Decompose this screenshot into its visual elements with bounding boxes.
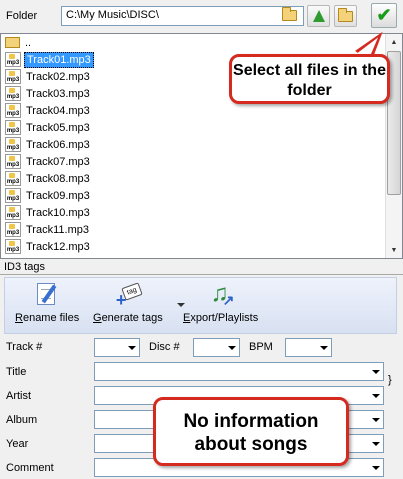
rename-files-icon (33, 282, 61, 308)
folder-open-icon (338, 7, 353, 22)
mp3-file-icon: mp3 (5, 120, 21, 135)
mp3-file-icon: mp3 (5, 52, 21, 67)
file-list-item[interactable]: mp3 Track04.mp3 (1, 102, 386, 119)
chevron-down-icon (320, 346, 328, 350)
file-name: Track04.mp3 (26, 104, 90, 117)
mp3-file-icon: mp3 (5, 69, 21, 84)
mp3-file-icon: mp3 (5, 222, 21, 237)
file-name: Track10.mp3 (26, 206, 90, 219)
export-playlists-button[interactable]: ♫ ↗ Export/Playlists (183, 280, 259, 325)
title-combo[interactable] (94, 362, 384, 381)
parent-folder-item[interactable]: .. (1, 34, 386, 51)
chevron-down-icon (372, 418, 380, 422)
id3-toolbar: Rename files tag + Generate tags ♫ ↗ Expor… (4, 277, 397, 334)
comment-label: Comment (6, 462, 54, 474)
disc-label: Disc # (149, 341, 180, 353)
field-brace: } (388, 374, 392, 386)
file-name: Track12.mp3 (26, 240, 90, 253)
bpm-select[interactable] (285, 338, 332, 357)
no-info-callout: No information about songs (153, 397, 349, 466)
up-folder-button[interactable] (307, 5, 330, 27)
chevron-down-icon (372, 394, 380, 398)
file-list-item[interactable]: mp3 Track11.mp3 (1, 221, 386, 238)
mp3-file-icon: mp3 (5, 154, 21, 169)
track-label: Track # (6, 341, 43, 353)
file-name: Track06.mp3 (26, 138, 90, 151)
mp3-file-icon: mp3 (5, 86, 21, 101)
scroll-down-arrow-icon[interactable]: ▼ (386, 242, 402, 258)
folder-icon (281, 7, 297, 21)
file-name: Track05.mp3 (26, 121, 90, 134)
track-select[interactable] (94, 338, 140, 357)
title-label: Title (6, 366, 27, 378)
file-name: Track08.mp3 (26, 172, 90, 185)
mp3-file-icon: mp3 (5, 171, 21, 186)
rename-files-label: Rename files (15, 312, 80, 324)
generate-tags-label: Generate tags (93, 312, 163, 324)
open-folder-button[interactable] (334, 5, 357, 27)
checkmark-icon: ✔ (376, 5, 392, 25)
export-music-icon: ♫ ↗ (210, 280, 235, 309)
id3-tags-header: ID3 tags (0, 259, 403, 275)
mp3-file-icon: mp3 (5, 188, 21, 203)
file-name: Track02.mp3 (26, 70, 90, 83)
mp3-file-icon: mp3 (5, 239, 21, 254)
file-list-item[interactable]: mp3 Track07.mp3 (1, 153, 386, 170)
rename-files-button[interactable]: Rename files (15, 282, 79, 324)
mp3-file-icon: mp3 (5, 103, 21, 118)
folder-label: Folder (6, 10, 38, 22)
file-name: Track11.mp3 (26, 223, 89, 236)
file-list-item[interactable]: mp3 Track12.mp3 (1, 238, 386, 255)
bpm-label: BPM (249, 341, 273, 353)
parent-folder-icon (5, 37, 20, 48)
parent-folder-label: .. (25, 36, 32, 49)
file-name: Track03.mp3 (26, 87, 90, 100)
chevron-down-icon (228, 346, 236, 350)
mp3-file-icon: mp3 (5, 137, 21, 152)
mp3-file-icon: mp3 (5, 205, 21, 220)
chevron-down-icon (372, 370, 380, 374)
up-arrow-icon (312, 10, 325, 22)
select-all-callout: Select all files in the folder (229, 54, 390, 104)
generate-tags-button[interactable]: tag + Generate tags (93, 282, 163, 324)
file-list-item[interactable]: mp3 Track05.mp3 (1, 119, 386, 136)
chevron-down-icon (372, 442, 380, 446)
folder-path-field[interactable]: C:\My Music\DISC\ (61, 6, 304, 26)
artist-label: Artist (6, 390, 32, 402)
file-list-item[interactable]: mp3 Track10.mp3 (1, 204, 386, 221)
file-name: Track09.mp3 (26, 189, 90, 202)
file-name: Track01.mp3 (24, 51, 94, 68)
file-name: Track07.mp3 (26, 155, 90, 168)
file-list-item[interactable]: mp3 Track06.mp3 (1, 136, 386, 153)
disc-select[interactable] (193, 338, 240, 357)
export-playlists-label: Export/Playlists (183, 312, 259, 324)
file-list-item[interactable]: mp3 Track09.mp3 (1, 187, 386, 204)
select-all-files-button[interactable]: ✔ (371, 3, 397, 28)
folder-bar: Folder C:\My Music\DISC\ ✔ (0, 0, 403, 33)
chevron-down-icon (128, 346, 136, 350)
year-label: Year (6, 438, 29, 450)
browse-folder-button[interactable] (278, 6, 300, 25)
album-label: Album (6, 414, 38, 426)
chevron-down-icon (372, 466, 380, 470)
file-list-item[interactable]: mp3 Track08.mp3 (1, 170, 386, 187)
generate-tags-icon: tag + (114, 282, 143, 309)
